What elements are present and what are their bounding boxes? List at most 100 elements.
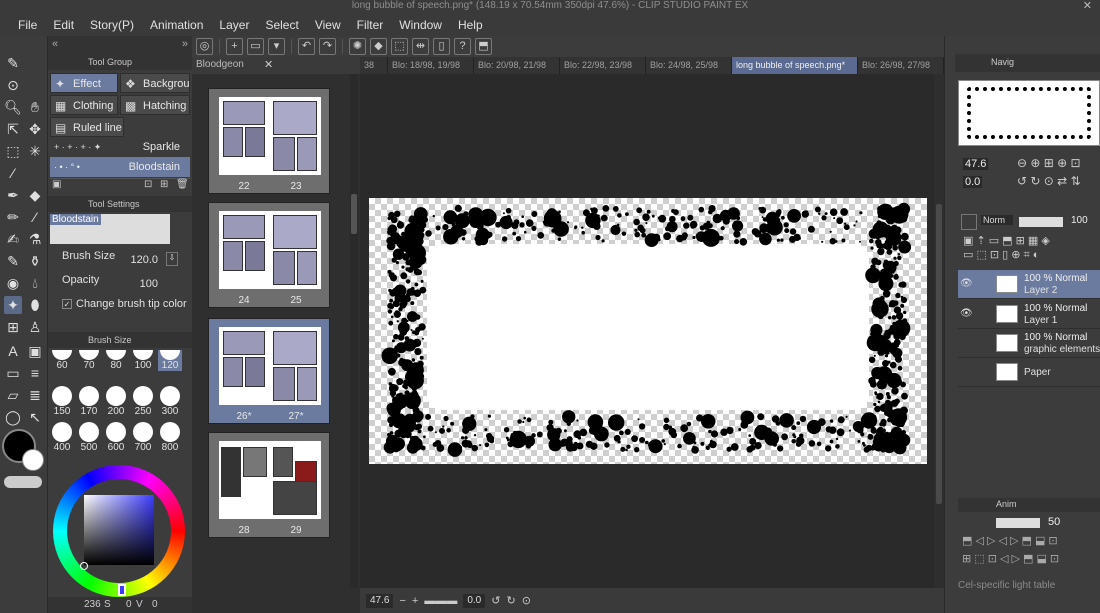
- close-icon[interactable]: ✕: [1083, 0, 1092, 12]
- collapse-icon[interactable]: «: [52, 38, 58, 50]
- brush-size-option[interactable]: 700: [131, 422, 155, 453]
- menu-animation[interactable]: Animation: [142, 18, 211, 32]
- tool-group-background[interactable]: ❖ Backgrour: [120, 73, 190, 93]
- canvas[interactable]: [369, 198, 927, 464]
- expand-icon[interactable]: »: [182, 38, 188, 50]
- doc-tab[interactable]: Blo: 26/98, 27/98: [858, 57, 944, 74]
- brush-size-option[interactable]: 300: [158, 386, 182, 417]
- selection-icon[interactable]: ⬚: [4, 142, 22, 160]
- blend-icon[interactable]: ⁄: [26, 208, 44, 226]
- brush-size-option[interactable]: 60: [50, 350, 74, 371]
- navigator-rotate-buttons-icon[interactable]: ↺ ↻ ⊙ ⇄ ⇅: [1017, 174, 1081, 188]
- brush-size-option[interactable]: 500: [77, 422, 101, 453]
- brush-bloodstain[interactable]: · • · ° • Bloodstain: [50, 157, 190, 177]
- layer-row[interactable]: 👁︎ 100 % Normal Layer 2: [958, 270, 1100, 299]
- pen-icon[interactable]: ✒: [4, 186, 22, 204]
- menu-view[interactable]: View: [307, 18, 349, 32]
- animation-tab[interactable]: Anim: [996, 499, 1017, 509]
- brush-size-option[interactable]: 150: [50, 386, 74, 417]
- blend-mode-select[interactable]: Norm: [981, 215, 1013, 225]
- zoom-slider-icon[interactable]: ▬▬▬: [424, 595, 457, 607]
- rotate-right-icon[interactable]: ↻: [506, 594, 515, 607]
- navigator-zoom-buttons-icon[interactable]: ⊖ ⊕ ⊞ ⊕ ⊡: [1017, 156, 1081, 170]
- tool-group-hatching[interactable]: ▩ Hatching: [120, 95, 190, 115]
- zoom-out-icon[interactable]: −: [399, 595, 405, 607]
- hue-marker[interactable]: [118, 584, 126, 596]
- menu-layer[interactable]: Layer: [211, 18, 257, 32]
- saturation-marker[interactable]: [80, 562, 88, 570]
- checkbox-icon[interactable]: ✓: [62, 299, 72, 309]
- transparent-color-swatch[interactable]: [4, 476, 42, 488]
- open-icon[interactable]: ▭: [247, 38, 264, 55]
- close-tab-icon[interactable]: ✕: [264, 58, 273, 71]
- zoom-icon[interactable]: 🔍︎: [4, 98, 22, 116]
- tool-group-clothing[interactable]: ▦ Clothing: [50, 95, 118, 115]
- balloon-icon[interactable]: ▣: [26, 342, 44, 360]
- brush-size-option[interactable]: 100: [131, 350, 155, 371]
- help-icon[interactable]: ?: [454, 38, 471, 55]
- eyedropper-icon[interactable]: ⁄: [4, 164, 22, 182]
- pages-scrollbar[interactable]: [350, 74, 358, 588]
- rotation-value[interactable]: 0.0: [463, 593, 486, 608]
- page-spread-card[interactable]: 26* 27*: [208, 318, 330, 424]
- opacity-property[interactable]: Opacity 100: [50, 274, 190, 296]
- water-drop-icon[interactable]: ⬮: [26, 296, 44, 314]
- sub-color-swatch[interactable]: [22, 449, 44, 471]
- menu-window[interactable]: Window: [391, 18, 450, 32]
- undo-icon[interactable]: ↶: [298, 38, 315, 55]
- loading-icon[interactable]: ✺: [349, 38, 366, 55]
- droplet-icon[interactable]: 💧︎: [26, 274, 44, 292]
- page-spread-card[interactable]: 22 23: [208, 88, 330, 194]
- decoration-tool-icon[interactable]: ✦: [4, 296, 22, 314]
- brush-size-option[interactable]: 170: [77, 386, 101, 417]
- tool-group-effect[interactable]: ✦ Effect: [50, 73, 118, 93]
- layer-row[interactable]: Paper: [958, 358, 1100, 387]
- tool-group-ruled-line[interactable]: ▤ Ruled line: [50, 117, 124, 137]
- brush-sparkle[interactable]: + · + · + · ✦ Sparkle: [50, 137, 190, 157]
- pen-tool-icon[interactable]: ✎: [4, 54, 22, 72]
- doc-tab[interactable]: Blo: 18/98, 19/98: [388, 57, 474, 74]
- figure-icon[interactable]: ♙: [26, 318, 44, 336]
- correct-line-icon[interactable]: ≣: [26, 386, 44, 404]
- new-file-icon[interactable]: +: [226, 38, 243, 55]
- pencil-icon[interactable]: ✏: [4, 208, 22, 226]
- magic-wand-icon[interactable]: ✳: [26, 142, 44, 160]
- add-icon[interactable]: ⊞: [160, 179, 168, 190]
- layer-toolbar-icons-2[interactable]: ▭ ⬚ ⊡ ▯ ⊕ ⌗ ◐: [963, 248, 1039, 262]
- page-spread-card[interactable]: 24 25: [208, 202, 330, 308]
- rotate-left-icon[interactable]: ↺: [491, 594, 500, 607]
- line-icon[interactable]: ≡: [26, 364, 44, 382]
- gradient-icon[interactable]: ◉: [4, 274, 22, 292]
- clip-studio-icon[interactable]: ◎: [196, 38, 213, 55]
- reset-rotation-icon[interactable]: ⊙: [522, 594, 531, 607]
- transform-icon[interactable]: ⬚: [391, 38, 408, 55]
- doc-tab[interactable]: Blo: 20/98, 21/98: [474, 57, 560, 74]
- menu-filter[interactable]: Filter: [349, 18, 392, 32]
- navigator-thumbnail[interactable]: [958, 80, 1100, 146]
- airbrush-icon[interactable]: ⚗: [26, 230, 44, 248]
- layer-row[interactable]: 👁︎ 100 % Normal Layer 1: [958, 300, 1100, 329]
- bucket-icon[interactable]: ⚱: [26, 252, 44, 270]
- fill-tool-icon[interactable]: ✎: [4, 252, 22, 270]
- layer-color-icon[interactable]: [961, 214, 977, 230]
- doc-tab[interactable]: Blo: 24/98, 25/98: [646, 57, 732, 74]
- lasso-icon[interactable]: ◯: [4, 408, 22, 426]
- doc-tab-active[interactable]: long bubble of speech.png*: [732, 57, 858, 74]
- flip-icon[interactable]: ⇹: [412, 38, 429, 55]
- menu-file[interactable]: File: [10, 18, 45, 32]
- brush-size-option[interactable]: 400: [50, 422, 74, 453]
- device-icon[interactable]: ▯: [433, 38, 450, 55]
- pointer-icon[interactable]: ↖: [26, 408, 44, 426]
- hand-icon[interactable]: ✋︎: [26, 98, 44, 116]
- brush-icon[interactable]: ✍: [4, 230, 22, 248]
- brush-size-option[interactable]: 200: [104, 386, 128, 417]
- menu-story[interactable]: Story(P): [82, 18, 142, 32]
- visibility-eye-icon[interactable]: 👁︎: [960, 278, 973, 289]
- doc-tab[interactable]: 38: [360, 57, 388, 74]
- zoom-in-icon[interactable]: +: [412, 595, 418, 607]
- pressure-icon[interactable]: ⇩: [166, 252, 178, 266]
- menu-edit[interactable]: Edit: [45, 18, 82, 32]
- delete-icon[interactable]: 🗑︎: [176, 179, 189, 190]
- navigator-rotation[interactable]: 0.0: [963, 176, 983, 188]
- brush-size-option[interactable]: 120: [158, 350, 182, 371]
